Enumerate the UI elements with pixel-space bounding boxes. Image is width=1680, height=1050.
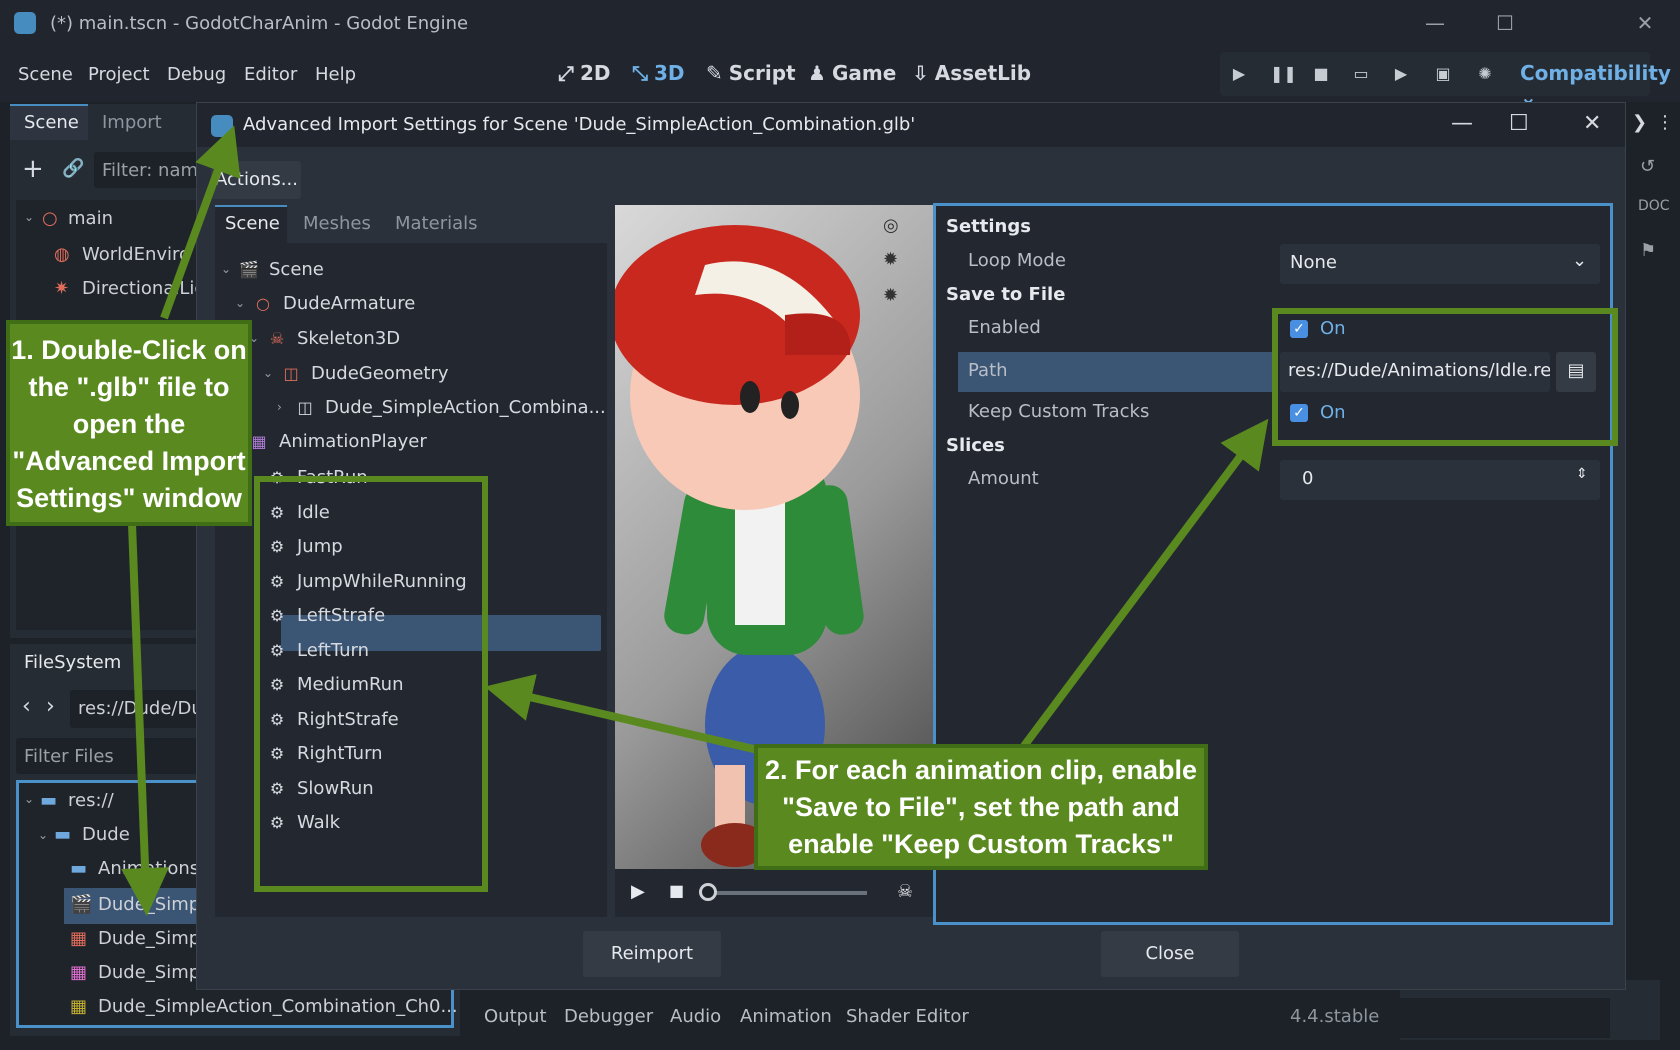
step-1-callout: 1. Double-Click on the ".glb" file to op…: [6, 320, 252, 526]
annotation-arrows: [121, 125, 1269, 916]
step-2-callout: 2. For each animation clip, enable "Save…: [754, 744, 1208, 870]
